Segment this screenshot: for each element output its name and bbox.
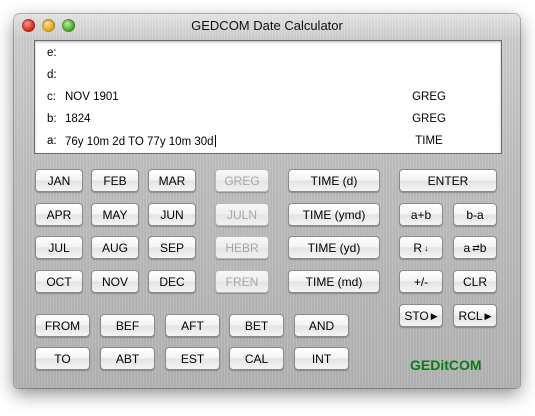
time-ymd-button[interactable]: TIME (ymd): [288, 203, 380, 226]
negate-button[interactable]: +/-: [399, 270, 443, 293]
recall-button[interactable]: RCL ▶: [453, 304, 497, 327]
modifier-to-button[interactable]: TO: [35, 347, 90, 370]
roll-down-button[interactable]: R ↓: [399, 236, 443, 259]
register-label: e:: [47, 47, 57, 59]
modifier-aft-button[interactable]: AFT: [165, 314, 220, 337]
right-triangle-icon: ▶: [484, 311, 492, 321]
right-triangle-icon: ▶: [430, 311, 438, 321]
store-label: STO: [404, 309, 429, 323]
month-jan-button[interactable]: JAN: [35, 169, 83, 192]
window-title: GEDCOM Date Calculator: [191, 18, 343, 33]
down-arrow-icon: ↓: [424, 243, 429, 253]
month-sep-button[interactable]: SEP: [148, 236, 196, 259]
enter-button[interactable]: ENTER: [399, 169, 497, 192]
swap-button[interactable]: a ⇄b: [453, 236, 497, 259]
calendar-juln-button: JULN: [215, 203, 269, 226]
register-value: 76y 10m 2d TO 77y 10m 30d: [65, 136, 214, 148]
register-calendar: GREG: [412, 91, 446, 103]
text-cursor: [214, 135, 216, 147]
register-label: d:: [47, 69, 57, 81]
register-value: NOV 1901: [65, 91, 119, 103]
register-a[interactable]: a: 76y 10m 2d TO 77y 10m 30d TIME: [35, 131, 501, 152]
modifier-from-button[interactable]: FROM: [35, 314, 90, 337]
modifier-est-button[interactable]: EST: [165, 347, 220, 370]
register-label: b:: [47, 113, 57, 125]
month-jun-button[interactable]: JUN: [148, 203, 196, 226]
minimize-window-button[interactable]: [42, 19, 55, 32]
modifier-bef-button[interactable]: BEF: [100, 314, 155, 337]
recall-label: RCL: [458, 309, 483, 323]
month-may-button[interactable]: MAY: [91, 203, 139, 226]
subtract-button[interactable]: b-a: [453, 203, 497, 226]
month-aug-button[interactable]: AUG: [91, 236, 139, 259]
register-calendar: GREG: [412, 113, 446, 125]
register-display: e: d: c: NOV 1901 GREG b: 1824 GREG a: 7…: [34, 40, 502, 154]
modifier-int-button[interactable]: INT: [294, 347, 349, 370]
month-apr-button[interactable]: APR: [35, 203, 83, 226]
calendar-hebr-button: HEBR: [215, 236, 269, 259]
month-feb-button[interactable]: FEB: [91, 169, 139, 192]
register-e: e:: [35, 43, 501, 64]
modifier-and-button[interactable]: AND: [294, 314, 349, 337]
register-c: c: NOV 1901 GREG: [35, 87, 501, 108]
clear-button[interactable]: CLR: [453, 270, 497, 293]
modifier-abt-button[interactable]: ABT: [100, 347, 155, 370]
register-label: a:: [47, 135, 57, 147]
register-d: d:: [35, 65, 501, 86]
month-dec-button[interactable]: DEC: [148, 270, 196, 293]
register-value: 1824: [65, 113, 91, 125]
swap-arrows-icon: ⇄: [472, 243, 480, 253]
zoom-window-button[interactable]: [62, 19, 75, 32]
modifier-cal-button[interactable]: CAL: [229, 347, 284, 370]
month-mar-button[interactable]: MAR: [148, 169, 196, 192]
title-bar: GEDCOM Date Calculator: [14, 14, 520, 38]
month-nov-button[interactable]: NOV: [91, 270, 139, 293]
register-label: c:: [47, 91, 56, 103]
register-b: b: 1824 GREG: [35, 109, 501, 130]
time-md-button[interactable]: TIME (md): [288, 270, 380, 293]
register-calendar: TIME: [415, 135, 443, 147]
swap-label: a: [463, 241, 471, 255]
calculator-window: GEDCOM Date Calculator e: d: c: NOV 1901…: [14, 14, 520, 388]
register-a-input[interactable]: 76y 10m 2d TO 77y 10m 30d: [65, 135, 216, 148]
modifier-bet-button[interactable]: BET: [229, 314, 284, 337]
month-jul-button[interactable]: JUL: [35, 236, 83, 259]
close-window-button[interactable]: [22, 19, 35, 32]
calendar-fren-button: FREN: [215, 270, 269, 293]
add-button[interactable]: a+b: [399, 203, 443, 226]
time-days-button[interactable]: TIME (d): [288, 169, 380, 192]
store-button[interactable]: STO ▶: [399, 304, 443, 327]
brand-logo-text: GEDitCOM: [410, 357, 482, 373]
roll-label: R: [413, 241, 423, 255]
calendar-greg-button: GREG: [215, 169, 269, 192]
month-oct-button[interactable]: OCT: [35, 270, 83, 293]
time-yd-button[interactable]: TIME (yd): [288, 236, 380, 259]
